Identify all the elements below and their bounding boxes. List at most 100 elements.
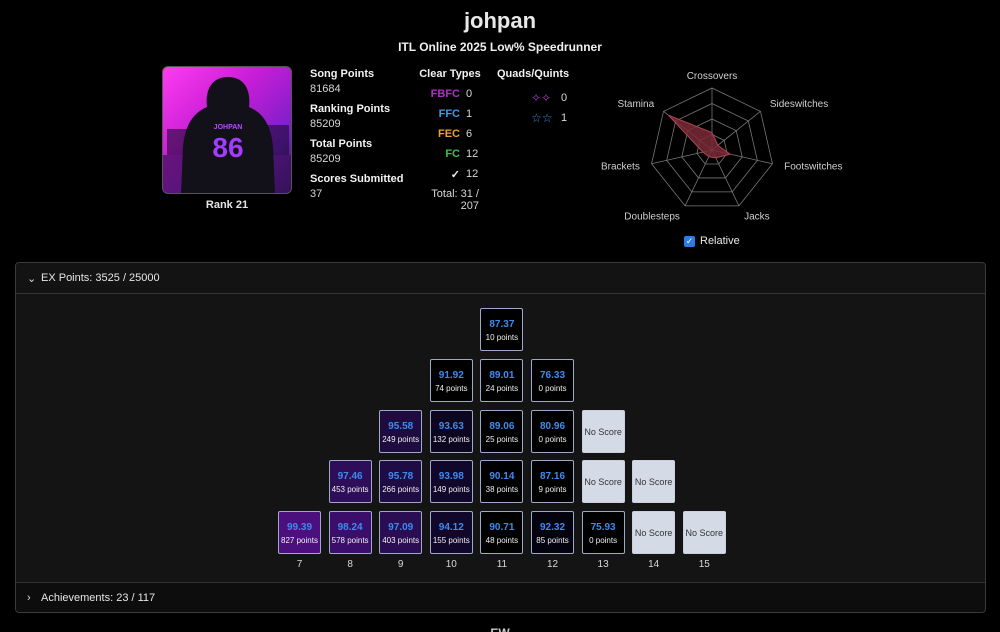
tile-score: 99.39 bbox=[286, 522, 313, 534]
radar-data-area bbox=[668, 114, 732, 159]
score-tile[interactable]: 87.37 10 points bbox=[480, 308, 524, 351]
tile-score: 75.93 bbox=[590, 522, 616, 534]
total-points-label: Total Points bbox=[310, 138, 373, 150]
score-tile[interactable]: 92.32 85 points bbox=[531, 511, 574, 555]
avatar-number: 86 bbox=[212, 132, 243, 163]
level-label: 9 bbox=[397, 559, 404, 570]
tile-score: 93.98 bbox=[438, 471, 464, 483]
achievements-label: Achievements: 23 / 117 bbox=[41, 592, 156, 604]
radar-axis-label: Crossovers bbox=[687, 71, 738, 82]
quad-count: 0 bbox=[561, 92, 568, 104]
no-score-label: No Score bbox=[634, 528, 673, 539]
no-score-label: No Score bbox=[634, 477, 673, 488]
score-tile[interactable]: 90.14 38 points bbox=[480, 460, 524, 504]
score-tile[interactable]: 97.46 453 points bbox=[328, 460, 372, 504]
score-tile[interactable]: 89.06 25 points bbox=[480, 409, 524, 453]
clear-type-row: FEC 6 bbox=[410, 128, 490, 148]
score-tile[interactable]: 90.71 48 points bbox=[480, 511, 524, 555]
song-points-value: 81684 bbox=[310, 83, 341, 95]
tile-points: 24 points bbox=[485, 383, 519, 393]
quad-count: 1 bbox=[561, 112, 568, 124]
radar-axis-label: Footswitches bbox=[784, 161, 842, 172]
tile-points: 453 points bbox=[331, 485, 369, 495]
tile-score: 93.63 bbox=[438, 420, 464, 432]
score-tile[interactable]: 87.16 9 points bbox=[531, 460, 574, 504]
score-tile[interactable]: 97.09 403 points bbox=[379, 511, 423, 555]
tile-score: 87.16 bbox=[539, 471, 566, 483]
clear-type-row: FFC 1 bbox=[410, 108, 490, 128]
tile-score: 92.32 bbox=[539, 522, 566, 534]
player-title: ITL Online 2025 Low% Speedrunner bbox=[398, 40, 602, 54]
tile-points: 403 points bbox=[382, 536, 420, 546]
tile-points: 48 points bbox=[485, 536, 519, 546]
tile-score: 80.96 bbox=[539, 420, 566, 432]
score-tile[interactable]: 99.39 827 points bbox=[278, 511, 321, 555]
song-points-label: Song Points bbox=[310, 68, 375, 80]
ex-points-header[interactable]: ⌄ EX Points: 3525 / 25000 bbox=[16, 263, 985, 294]
quads-quints-header: Quads/Quints bbox=[497, 68, 570, 80]
score-tile[interactable]: 89.01 24 points bbox=[480, 358, 524, 402]
no-score-label: No Score bbox=[685, 528, 724, 539]
no-score-tile[interactable]: No Score bbox=[581, 460, 625, 504]
ranking-points-value: 85209 bbox=[310, 118, 341, 130]
quads-quints: Quads/Quints ✧✧ 0 ☆☆ 1 bbox=[497, 68, 569, 128]
level-label: 10 bbox=[445, 559, 457, 570]
rank-label: Rank 21 bbox=[205, 199, 249, 211]
score-tile[interactable]: 98.24 578 points bbox=[328, 511, 372, 555]
tile-points: 0 points bbox=[589, 536, 618, 546]
level-label: 14 bbox=[648, 559, 660, 570]
tile-points: 25 points bbox=[485, 434, 519, 444]
clear-type-label: FBFC bbox=[430, 88, 460, 100]
relative-checkbox[interactable]: ✓ bbox=[684, 235, 695, 247]
tile-score: 98.24 bbox=[337, 522, 363, 534]
avatar: JOHPAN 86 bbox=[162, 66, 292, 194]
score-tile[interactable]: 80.96 0 points bbox=[531, 409, 574, 453]
no-score-tile[interactable]: No Score bbox=[632, 511, 676, 555]
level-label: 7 bbox=[296, 559, 303, 570]
no-score-tile[interactable]: No Score bbox=[581, 409, 625, 453]
level-label: 11 bbox=[496, 559, 508, 570]
tile-score: 97.46 bbox=[337, 471, 363, 483]
score-tile[interactable]: 75.93 0 points bbox=[581, 511, 625, 555]
no-score-tile[interactable]: No Score bbox=[632, 460, 676, 504]
tile-score: 76.33 bbox=[539, 369, 566, 381]
tile-score: 90.71 bbox=[489, 522, 515, 534]
tile-score: 90.14 bbox=[489, 471, 515, 483]
score-tile[interactable]: 95.58 249 points bbox=[379, 409, 423, 453]
tile-points: 0 points bbox=[538, 383, 567, 393]
tile-points: 10 points bbox=[485, 333, 519, 342]
tile-points: 9 points bbox=[538, 485, 567, 495]
relative-label: Relative bbox=[700, 235, 740, 247]
score-tile[interactable]: 91.92 74 points bbox=[429, 358, 473, 402]
no-score-tile[interactable]: No Score bbox=[682, 511, 726, 555]
radar-axis-label: Jacks bbox=[744, 212, 770, 223]
clear-type-label: FEC bbox=[438, 128, 460, 140]
player-name: johpan bbox=[463, 8, 537, 33]
relative-toggle[interactable]: ✓ Relative bbox=[684, 235, 740, 247]
score-tile[interactable]: 76.33 0 points bbox=[531, 358, 574, 402]
clear-type-count: 12 bbox=[466, 148, 479, 160]
points-summary: Song Points 81684 Ranking Points 85209 T… bbox=[310, 68, 410, 208]
radar-axis-label: Brackets bbox=[601, 161, 640, 172]
tile-score: 97.09 bbox=[388, 522, 414, 534]
tile-score: 91.92 bbox=[438, 369, 464, 381]
no-score-label: No Score bbox=[584, 477, 622, 488]
radar-axis-label: Doublesteps bbox=[624, 212, 680, 223]
score-tile[interactable]: 94.12 155 points bbox=[429, 511, 473, 555]
total-points-value: 85209 bbox=[310, 153, 341, 165]
clear-type-count: 1 bbox=[466, 108, 473, 120]
radar-axis-label: Sideswitches bbox=[770, 99, 828, 110]
score-tile[interactable]: 93.63 132 points bbox=[429, 409, 473, 453]
level-label: 13 bbox=[597, 559, 609, 570]
tile-points: 132 points bbox=[432, 434, 470, 444]
achievements-header[interactable]: › Achievements: 23 / 117 bbox=[16, 582, 985, 612]
score-tile[interactable]: 95.78 266 points bbox=[379, 460, 423, 504]
score-tile[interactable]: 93.98 149 points bbox=[429, 460, 473, 504]
tile-points: 85 points bbox=[536, 536, 569, 546]
ex-points-label: EX Points: 3525 / 25000 bbox=[41, 272, 160, 284]
scores-submitted-label: Scores Submitted bbox=[310, 173, 404, 185]
chevron-down-icon: ⌄ bbox=[27, 272, 37, 285]
no-score-label: No Score bbox=[584, 426, 622, 437]
tile-score: 95.78 bbox=[388, 471, 414, 483]
ranking-points-label: Ranking Points bbox=[310, 103, 391, 115]
